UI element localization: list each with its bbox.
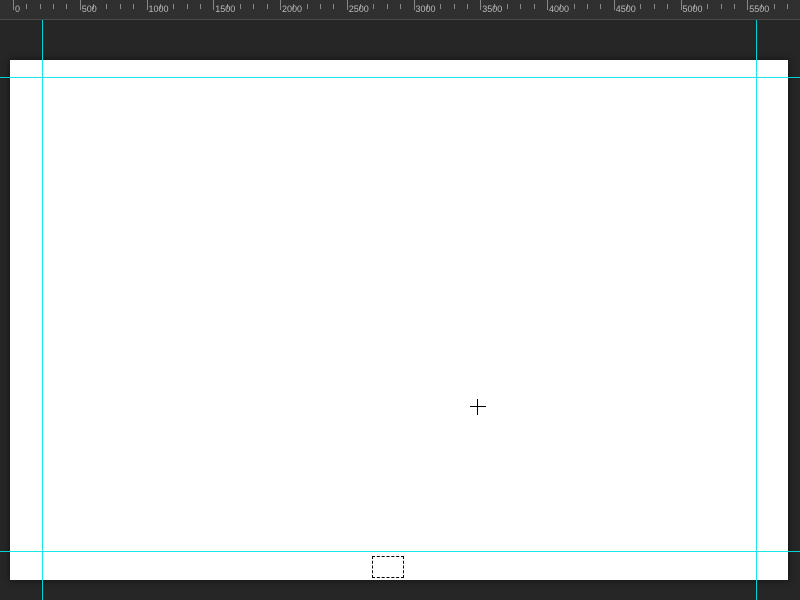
ruler-label: 5500	[749, 4, 769, 14]
ruler-tick-minor	[26, 4, 27, 9]
ruler-label: 0	[15, 4, 20, 14]
ruler-tick-minor	[40, 4, 41, 9]
ruler-label: 1000	[149, 4, 169, 14]
ruler-tick-minor	[400, 4, 401, 9]
ruler-tick-major	[414, 0, 415, 10]
ruler-label: 4000	[549, 4, 569, 14]
ruler-tick-major	[614, 0, 615, 10]
ruler-label: 1500	[215, 4, 235, 14]
ruler-tick-minor	[667, 4, 668, 9]
ruler-tick-minor	[173, 4, 174, 9]
ruler-label: 3500	[482, 4, 502, 14]
ruler-tick-minor	[133, 4, 134, 9]
ruler-tick-minor	[454, 4, 455, 9]
ruler-label: 500	[82, 4, 97, 14]
ruler-tick-minor	[707, 4, 708, 9]
ruler-tick-minor	[307, 4, 308, 9]
ruler-tick-minor	[600, 4, 601, 9]
ruler-tick-minor	[534, 4, 535, 9]
vertical-guide[interactable]	[42, 0, 43, 600]
ruler-label: 2500	[349, 4, 369, 14]
ruler-tick-minor	[507, 4, 508, 9]
horizontal-ruler[interactable]: 0 500 1000 1500 2000 2500 3000 3500 4000 4500 5000…	[0, 0, 800, 20]
ruler-tick-minor	[187, 4, 188, 9]
ruler-tick-minor	[467, 4, 468, 9]
ruler-tick-minor	[66, 4, 67, 9]
ruler-tick-major	[280, 0, 281, 10]
ruler-tick-minor	[734, 4, 735, 9]
ruler-tick-minor	[267, 4, 268, 9]
ruler-tick-minor	[120, 4, 121, 9]
ruler-tick-major	[147, 0, 148, 10]
ruler-tick-minor	[574, 4, 575, 9]
ruler-tick-minor	[440, 4, 441, 9]
selection-marquee[interactable]	[372, 556, 404, 578]
ruler-tick-minor	[200, 4, 201, 9]
vertical-guide[interactable]	[756, 0, 757, 600]
ruler-tick-minor	[387, 4, 388, 9]
ruler-tick-minor	[721, 4, 722, 9]
ruler-tick-minor	[106, 4, 107, 9]
ruler-tick-minor	[654, 4, 655, 9]
ruler-label: 3000	[416, 4, 436, 14]
ruler-label: 4500	[616, 4, 636, 14]
pasteboard[interactable]	[0, 20, 800, 600]
horizontal-guide[interactable]	[0, 77, 800, 78]
ruler-tick-major	[681, 0, 682, 10]
editor-viewport: 0 500 1000 1500 2000 2500 3000 3500 4000 4500 5000…	[0, 0, 800, 600]
ruler-label: 5000	[683, 4, 703, 14]
document-canvas[interactable]	[10, 60, 788, 580]
ruler-tick-minor	[787, 4, 788, 9]
ruler-tick-minor	[253, 4, 254, 9]
ruler-tick-minor	[333, 4, 334, 9]
ruler-tick-minor	[520, 4, 521, 9]
ruler-tick-major	[747, 0, 748, 10]
ruler-tick-major	[213, 0, 214, 10]
ruler-tick-minor	[373, 4, 374, 9]
ruler-tick-minor	[53, 4, 54, 9]
ruler-tick-major	[13, 0, 14, 10]
horizontal-guide[interactable]	[0, 551, 800, 552]
ruler-label: 2000	[282, 4, 302, 14]
ruler-tick-minor	[774, 4, 775, 9]
ruler-tick-major	[547, 0, 548, 10]
ruler-tick-minor	[587, 4, 588, 9]
ruler-tick-minor	[640, 4, 641, 9]
ruler-tick-minor	[320, 4, 321, 9]
ruler-tick-minor	[240, 4, 241, 9]
ruler-tick-major	[80, 0, 81, 10]
ruler-tick-major	[347, 0, 348, 10]
ruler-tick-major	[480, 0, 481, 10]
